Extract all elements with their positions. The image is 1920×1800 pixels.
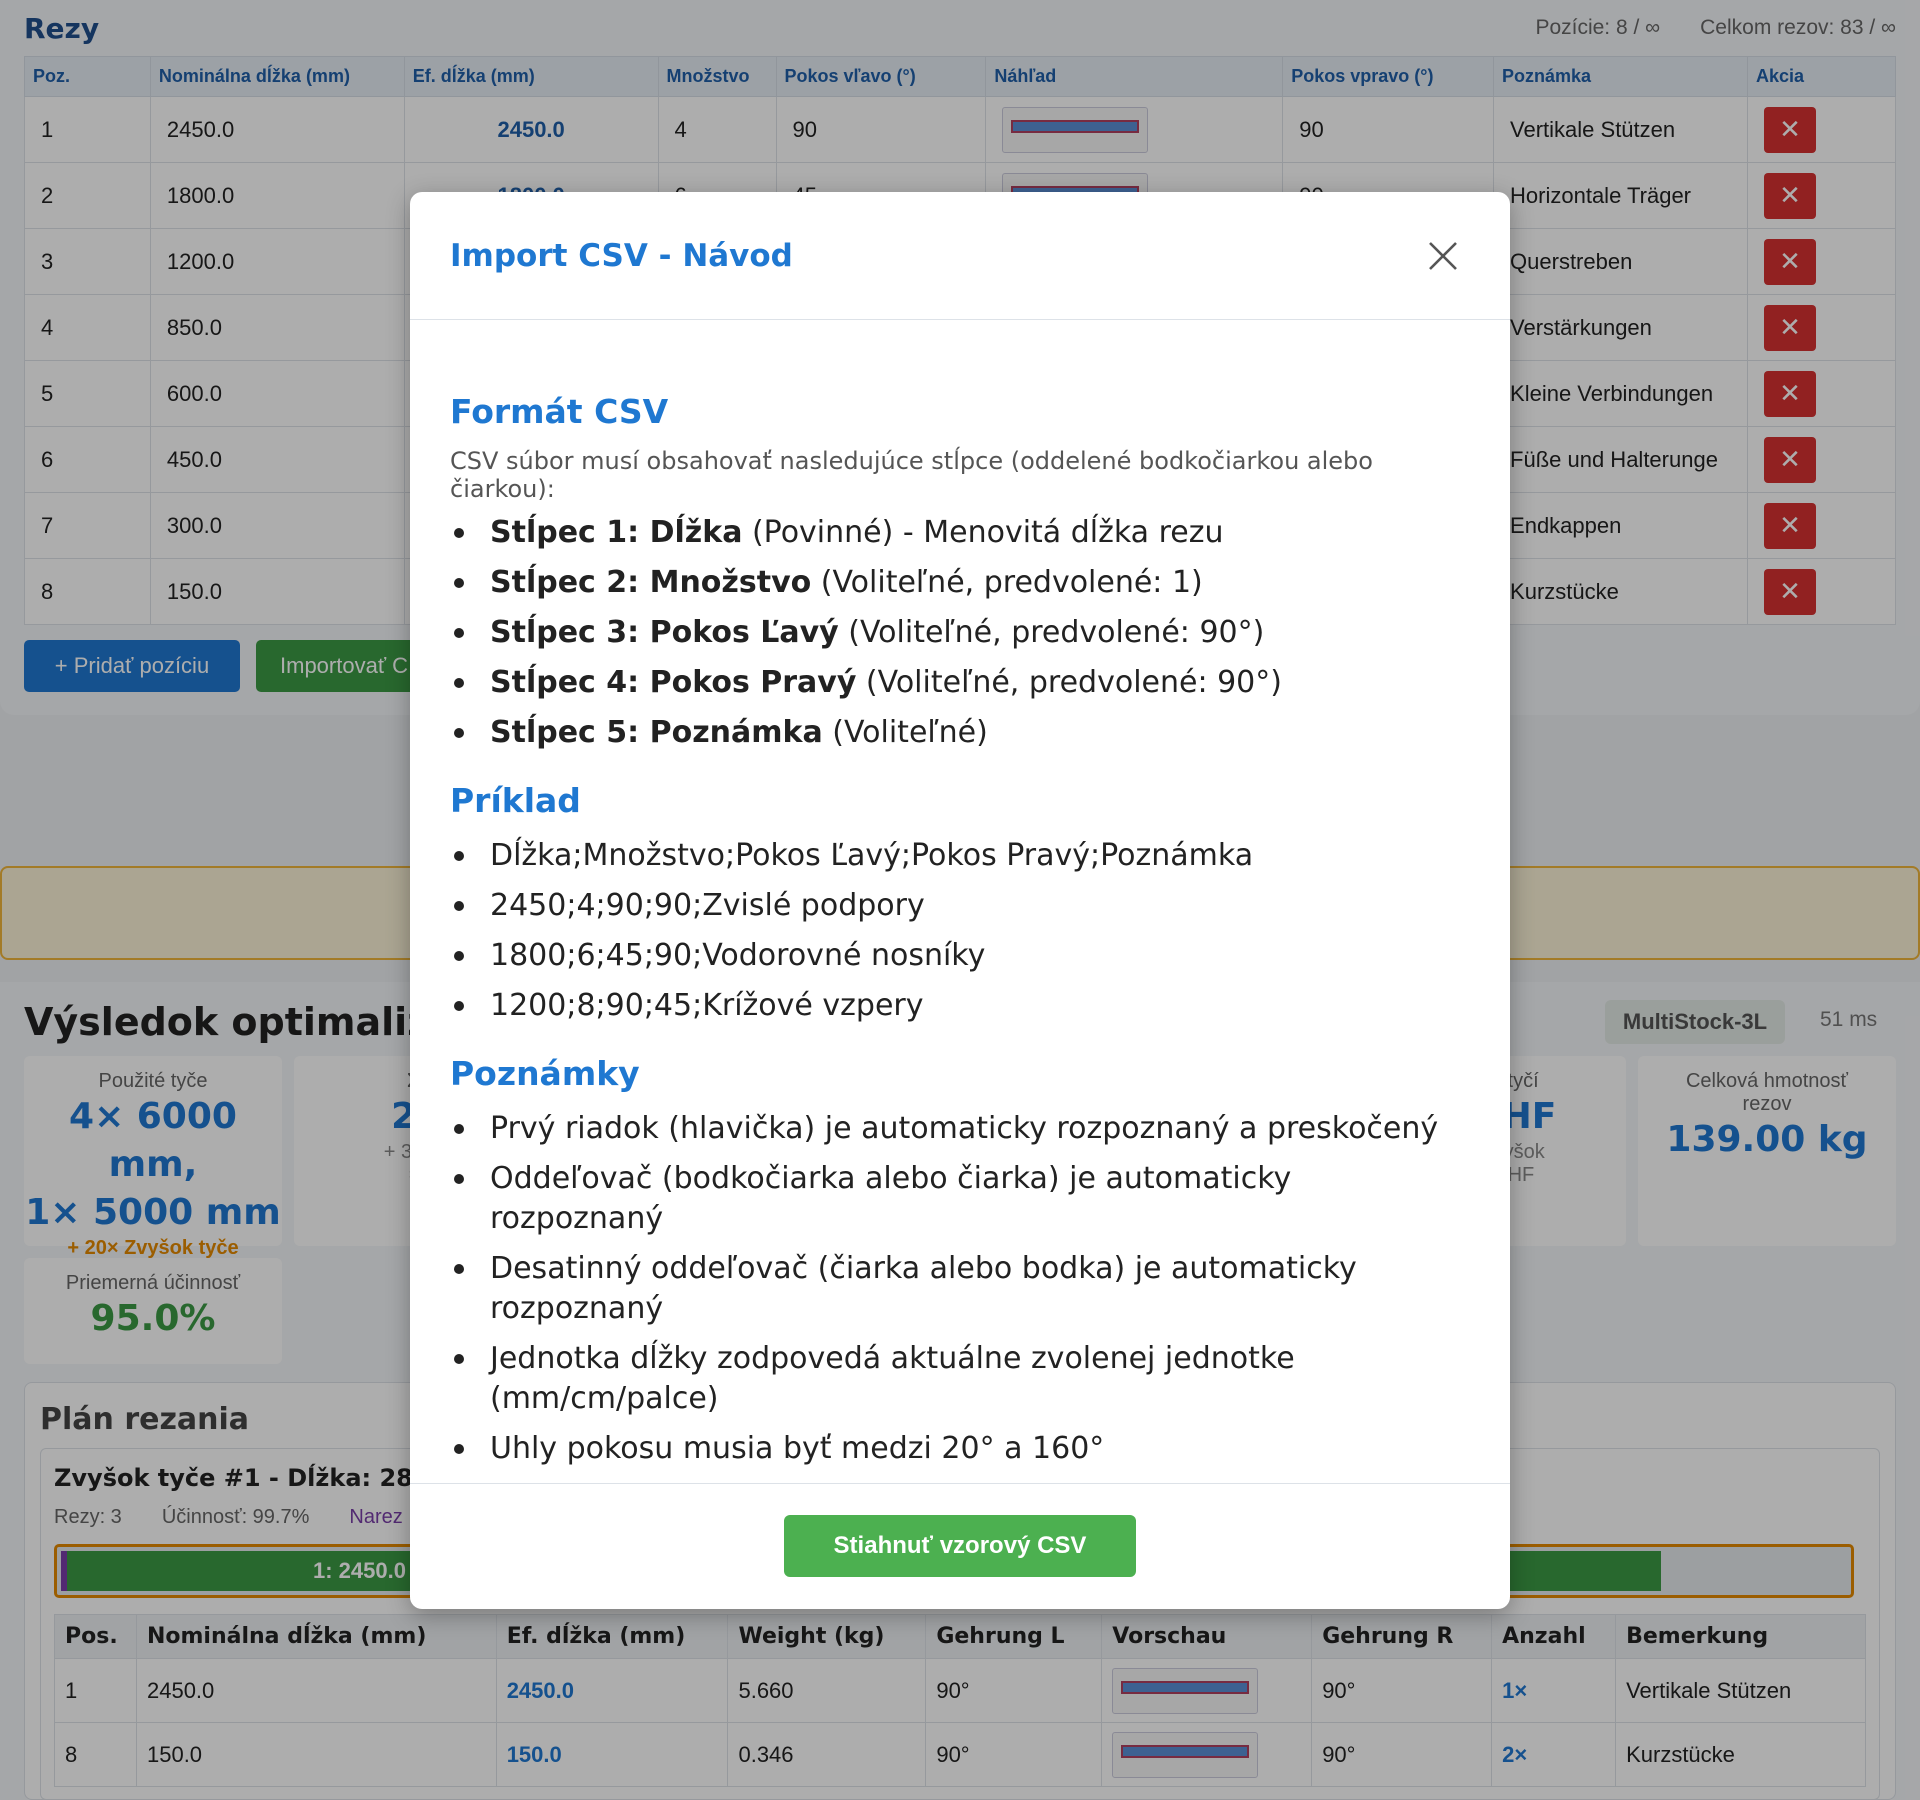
column-desc: (Voliteľné, predvolené: 90°) bbox=[856, 665, 1282, 700]
column-name: Stĺpec 5: Poznámka bbox=[490, 715, 823, 750]
example-line: 1200;8;90;45;Krížové vzpery bbox=[450, 986, 1470, 1026]
download-sample-csv-button[interactable]: Stiahnuť vzorový CSV bbox=[784, 1515, 1136, 1577]
modal-title: Import CSV - Návod bbox=[450, 238, 793, 274]
example-heading: Príklad bbox=[450, 781, 581, 820]
modal-footer: Stiahnuť vzorový CSV bbox=[410, 1484, 1510, 1608]
column-name: Stĺpec 1: Dĺžka bbox=[490, 515, 743, 550]
format-intro: CSV súbor musí obsahovať nasledujúce stĺ… bbox=[450, 447, 1373, 503]
column-name: Stĺpec 4: Pokos Pravý bbox=[490, 665, 857, 700]
modal-body: Formát CSV CSV súbor musí obsahovať nasl… bbox=[410, 320, 1510, 1484]
note-item: Prvý riadok (hlavička) je automaticky ro… bbox=[450, 1109, 1470, 1149]
format-heading: Formát CSV bbox=[450, 392, 669, 431]
column-desc: (Povinné) - Menovitá dĺžka rezu bbox=[742, 515, 1224, 550]
column-item: Stĺpec 3: Pokos Ľavý (Voliteľné, predvol… bbox=[450, 613, 1470, 653]
modal-header: Import CSV - Návod bbox=[410, 192, 1510, 320]
columns-list: Stĺpec 1: Dĺžka (Povinné) - Menovitá dĺž… bbox=[450, 513, 1470, 753]
example-line: 1800;6;45;90;Vodorovné nosníky bbox=[450, 936, 1470, 976]
note-item: Oddeľovač (bodkočiarka alebo čiarka) je … bbox=[450, 1159, 1470, 1239]
column-name: Stĺpec 2: Množstvo bbox=[490, 565, 812, 600]
column-desc: (Voliteľné, predvolené: 1) bbox=[811, 565, 1203, 600]
notes-list: Prvý riadok (hlavička) je automaticky ro… bbox=[450, 1109, 1470, 1469]
note-item: Desatinný oddeľovač (čiarka alebo bodka)… bbox=[450, 1249, 1470, 1329]
close-icon[interactable] bbox=[1426, 239, 1460, 273]
example-line: Dĺžka;Množstvo;Pokos Ľavý;Pokos Pravý;Po… bbox=[450, 836, 1470, 876]
note-item: Uhly pokosu musia byť medzi 20° a 160° bbox=[450, 1429, 1470, 1469]
column-item: Stĺpec 2: Množstvo (Voliteľné, predvolen… bbox=[450, 563, 1470, 603]
column-name: Stĺpec 3: Pokos Ľavý bbox=[490, 615, 839, 650]
note-item: Jednotka dĺžky zodpovedá aktuálne zvolen… bbox=[450, 1339, 1470, 1419]
column-desc: (Voliteľné) bbox=[822, 715, 988, 750]
example-line: 2450;4;90;90;Zvislé podpory bbox=[450, 886, 1470, 926]
example-list: Dĺžka;Množstvo;Pokos Ľavý;Pokos Pravý;Po… bbox=[450, 836, 1470, 1026]
column-item: Stĺpec 4: Pokos Pravý (Voliteľné, predvo… bbox=[450, 663, 1470, 703]
column-item: Stĺpec 1: Dĺžka (Povinné) - Menovitá dĺž… bbox=[450, 513, 1470, 553]
column-desc: (Voliteľné, predvolené: 90°) bbox=[838, 615, 1265, 650]
column-item: Stĺpec 5: Poznámka (Voliteľné) bbox=[450, 713, 1470, 753]
notes-heading: Poznámky bbox=[450, 1054, 640, 1093]
import-csv-modal: Import CSV - Návod Formát CSV CSV súbor … bbox=[410, 192, 1510, 1609]
